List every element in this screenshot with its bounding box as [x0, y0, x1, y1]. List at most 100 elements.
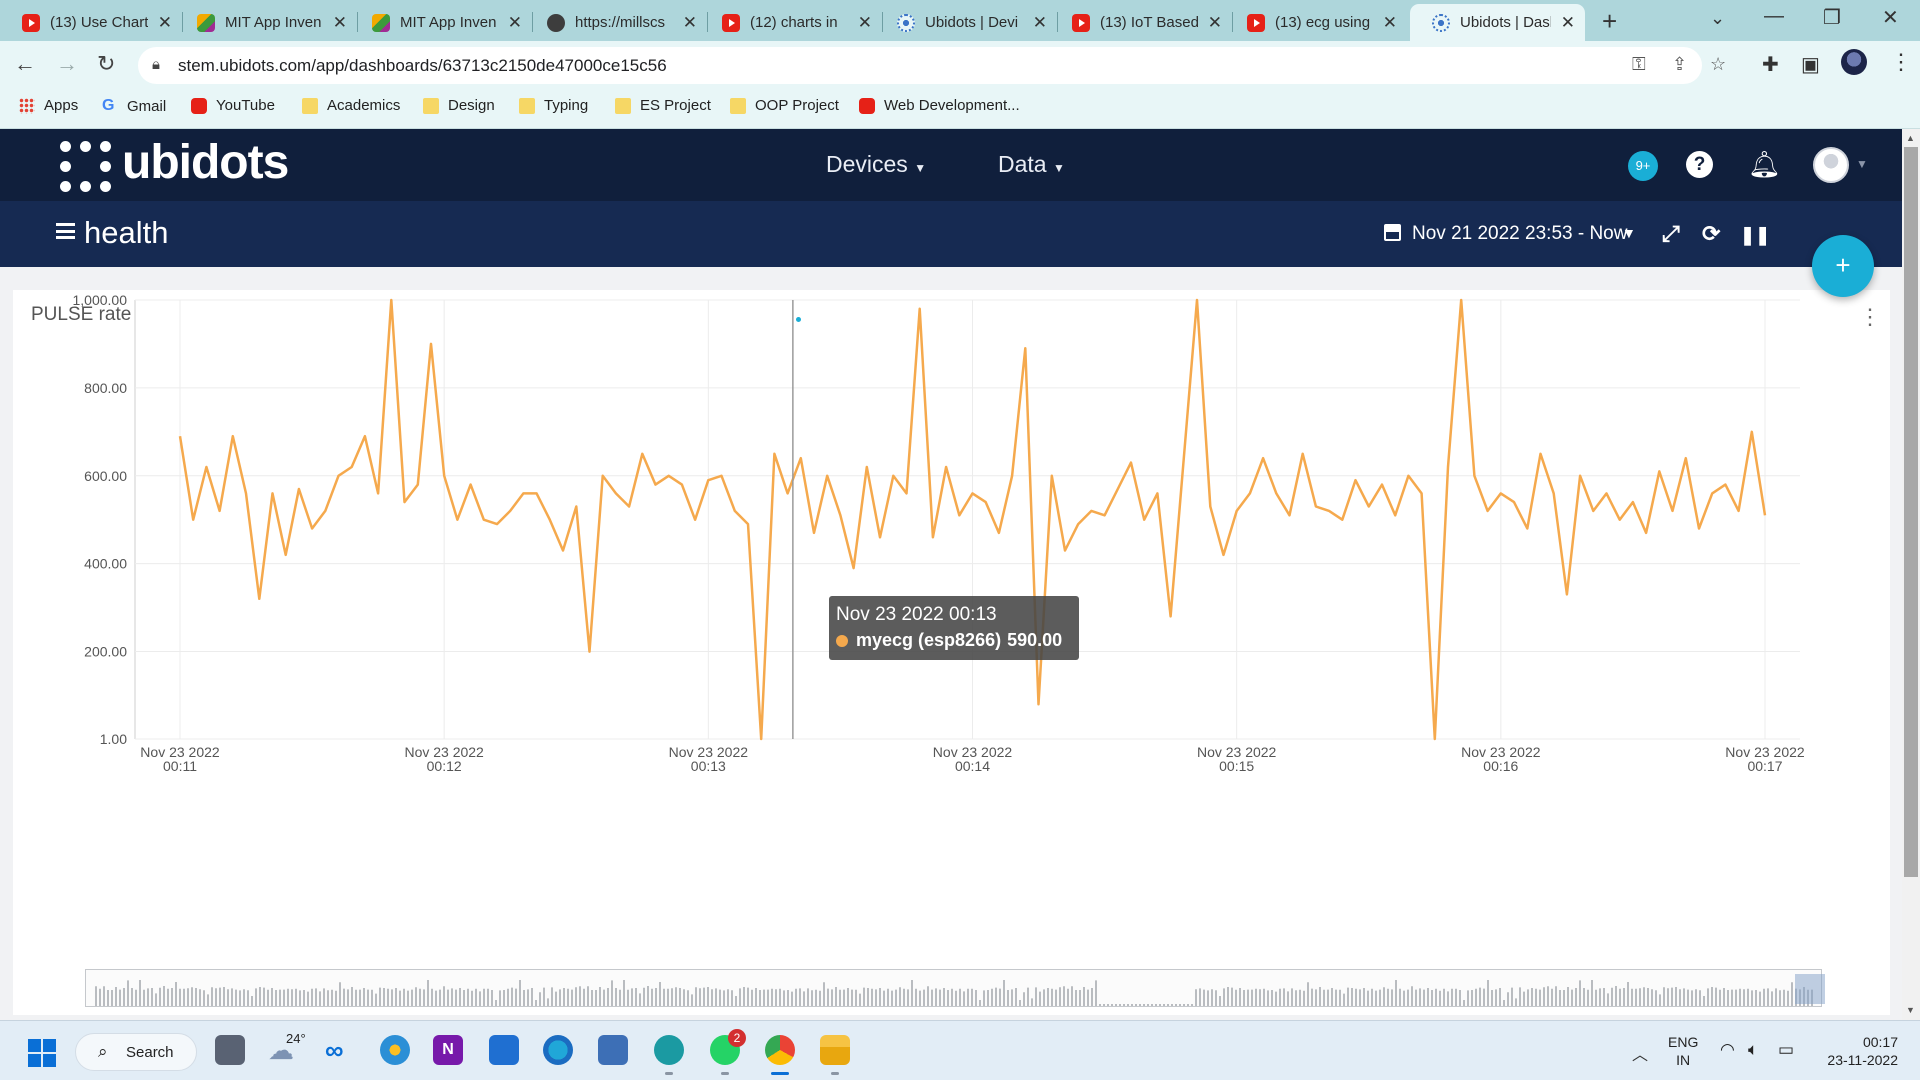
calendar-icon[interactable]: [1384, 224, 1401, 241]
navigator-handle[interactable]: [1795, 974, 1825, 1004]
url-text[interactable]: stem.ubidots.com/app/dashboards/63713c21…: [178, 56, 667, 76]
close-icon[interactable]: ✕: [858, 13, 872, 33]
caret-down-icon[interactable]: ▼: [1622, 225, 1636, 241]
new-tab-button[interactable]: +: [1602, 6, 1617, 37]
add-widget-button[interactable]: +: [1812, 235, 1874, 297]
bookmark-apps[interactable]: Apps: [19, 97, 78, 114]
battery-icon[interactable]: ▭: [1778, 1040, 1794, 1060]
edge-icon[interactable]: [543, 1035, 573, 1065]
calendar-app-icon[interactable]: [489, 1035, 519, 1065]
bookmark-folder[interactable]: Typing: [519, 97, 588, 114]
key-icon[interactable]: ⚿: [1632, 54, 1646, 75]
whatsapp-icon[interactable]: 2: [710, 1029, 746, 1065]
close-icon[interactable]: ✕: [1561, 13, 1575, 33]
help-icon[interactable]: ?: [1686, 151, 1713, 178]
onenote-icon[interactable]: N: [433, 1035, 463, 1065]
bookmark-label: Web Development...: [884, 97, 1020, 114]
close-icon[interactable]: ✕: [508, 13, 522, 33]
refresh-icon[interactable]: ⟳: [1702, 221, 1720, 247]
browser-tab[interactable]: (13) ecg using ✕: [1225, 4, 1407, 41]
bookmark-youtube[interactable]: YouTube: [191, 97, 275, 114]
arduino-icon[interactable]: [654, 1035, 684, 1065]
profile-avatar[interactable]: [1841, 49, 1867, 75]
wifi-icon[interactable]: ◠: [1720, 1040, 1735, 1060]
restore-button[interactable]: ❐: [1823, 5, 1841, 30]
bookmark-gmail[interactable]: G Gmail: [102, 97, 166, 115]
lang-region: IN: [1676, 1052, 1691, 1068]
extensions-icon[interactable]: ✚: [1762, 52, 1779, 77]
browser-tab-active[interactable]: Ubidots | Dash ✕: [1410, 4, 1585, 41]
back-icon[interactable]: ←: [14, 51, 36, 77]
lock-icon[interactable]: 🔒︎: [152, 56, 160, 73]
scroll-down-icon[interactable]: ▼: [1906, 1005, 1915, 1015]
google-icon: G: [102, 97, 115, 114]
copilot-icon[interactable]: ∞: [325, 1035, 355, 1065]
pause-icon[interactable]: ❚❚: [1740, 225, 1770, 246]
bell-icon[interactable]: 🔔︎: [1748, 149, 1781, 180]
close-icon[interactable]: ✕: [1208, 13, 1222, 33]
user-avatar[interactable]: [1813, 147, 1849, 183]
mit-app-inventor-icon: [197, 13, 215, 32]
remote-desktop-icon[interactable]: [598, 1035, 628, 1065]
tab-search-icon[interactable]: ⌄: [1710, 8, 1725, 29]
scrollbar-thumb[interactable]: [1904, 147, 1918, 877]
dashboard-title: health: [84, 215, 169, 250]
globe-icon: [547, 13, 565, 32]
browser-tab[interactable]: (13) IoT Based ✕: [1050, 4, 1232, 41]
kebab-menu-icon[interactable]: ⋮: [1890, 49, 1912, 75]
bookmark-label: YouTube: [216, 97, 275, 114]
browser-tab[interactable]: (13) Use Chart ✕: [0, 4, 182, 41]
ubidots-logo-icon[interactable]: [58, 139, 114, 195]
close-icon[interactable]: ✕: [333, 13, 347, 33]
bookmark-youtube[interactable]: Web Development...: [859, 97, 1020, 114]
bookmark-folder[interactable]: Design: [423, 97, 495, 114]
reload-icon[interactable]: ↻: [97, 51, 115, 77]
side-panel-icon[interactable]: ▣: [1801, 52, 1820, 77]
close-icon[interactable]: ✕: [158, 13, 172, 33]
browser-tab[interactable]: MIT App Inven ✕: [350, 4, 532, 41]
chevron-up-icon[interactable]: ︿: [1632, 1041, 1648, 1065]
brand-logo[interactable]: ubidots: [122, 135, 289, 190]
notifications-badge[interactable]: 9+: [1628, 151, 1658, 181]
language-indicator[interactable]: ENG IN: [1668, 1033, 1698, 1069]
navigator-bars: [95, 980, 1813, 1006]
bookmark-folder[interactable]: Academics: [302, 97, 400, 114]
caret-down-icon[interactable]: ▼: [1856, 157, 1868, 171]
date-range-picker[interactable]: Nov 21 2022 23:53 - Now: [1412, 223, 1627, 245]
bookmark-folder[interactable]: OOP Project: [730, 97, 839, 114]
tooltip-value: 590.00: [1007, 630, 1063, 650]
address-bar[interactable]: 🔒︎ stem.ubidots.com/app/dashboards/63713…: [138, 47, 1726, 84]
running-indicator: [831, 1072, 839, 1075]
volume-icon[interactable]: 🔈︎: [1748, 1040, 1758, 1060]
range-navigator[interactable]: [85, 969, 1822, 1007]
browser-tab[interactable]: Ubidots | Devi ✕: [875, 4, 1057, 41]
bookmark-label: ES Project: [640, 97, 711, 114]
help-app-icon[interactable]: [380, 1035, 410, 1065]
nav-devices[interactable]: Devices ▼: [826, 151, 926, 178]
tab-title: (13) IoT Based: [1100, 14, 1198, 31]
task-view-icon[interactable]: [215, 1035, 245, 1065]
browser-tab[interactable]: https://millscs ✕: [525, 4, 707, 41]
chrome-icon[interactable]: [765, 1035, 795, 1065]
nav-data[interactable]: Data ▼: [998, 151, 1065, 178]
fullscreen-icon[interactable]: ⤢: [1662, 221, 1680, 247]
star-icon[interactable]: ☆: [1710, 54, 1726, 75]
file-explorer-icon[interactable]: [820, 1035, 850, 1065]
close-icon[interactable]: ✕: [1033, 13, 1047, 33]
minimize-button[interactable]: —: [1764, 5, 1784, 28]
windows-start-icon[interactable]: [28, 1039, 56, 1067]
close-window-button[interactable]: ✕: [1882, 5, 1899, 30]
taskbar-search[interactable]: ⌕ Search: [75, 1033, 197, 1071]
forward-icon[interactable]: →: [56, 51, 78, 77]
browser-tab[interactable]: MIT App Inven ✕: [175, 4, 357, 41]
hamburger-menu-icon[interactable]: [56, 223, 75, 239]
close-icon[interactable]: ✕: [683, 13, 697, 33]
bookmark-folder[interactable]: ES Project: [615, 97, 711, 114]
scroll-up-icon[interactable]: ▲: [1906, 133, 1915, 143]
x-tick-time: 00:14: [955, 758, 990, 774]
browser-tab[interactable]: (12) charts in ✕: [700, 4, 882, 41]
system-clock[interactable]: 00:17 23-11-2022: [1820, 1033, 1898, 1069]
close-icon[interactable]: ✕: [1383, 13, 1397, 33]
clock-date: 23-11-2022: [1827, 1052, 1898, 1068]
share-icon[interactable]: ⇪: [1672, 54, 1687, 75]
